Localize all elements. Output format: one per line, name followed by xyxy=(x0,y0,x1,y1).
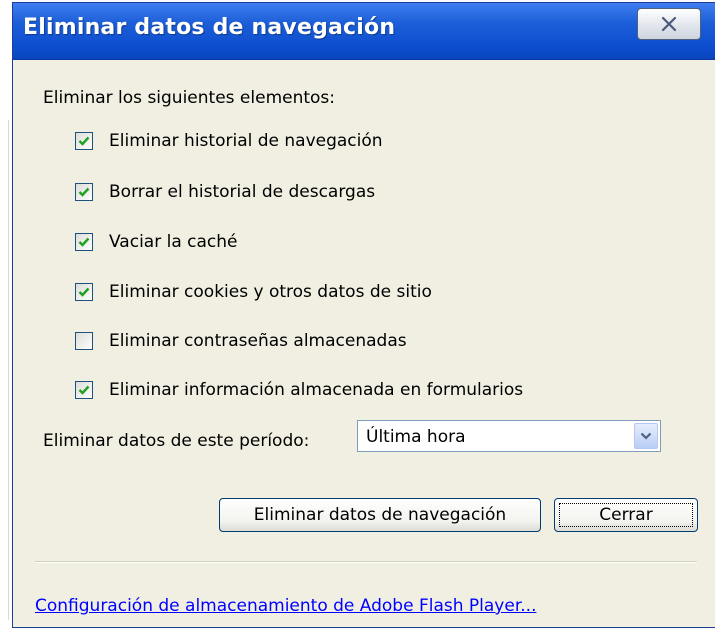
period-select[interactable]: Última hora xyxy=(357,420,661,452)
option-cookies[interactable]: Eliminar cookies y otros datos de sitio xyxy=(75,277,432,307)
checkmark-icon xyxy=(78,136,90,146)
title-bar[interactable]: Eliminar datos de navegación xyxy=(13,3,715,60)
dialog-content: Eliminar los siguientes elementos: Elimi… xyxy=(13,60,715,627)
checkmark-icon xyxy=(78,287,90,297)
checkmark-icon xyxy=(78,237,90,247)
checkmark-icon xyxy=(78,187,90,197)
close-window-button[interactable] xyxy=(637,8,701,40)
checkbox[interactable] xyxy=(75,332,93,350)
dropdown-button[interactable] xyxy=(634,423,658,449)
close-x-icon xyxy=(661,16,677,32)
dialog-title: Eliminar datos de navegación xyxy=(23,15,396,40)
option-label: Eliminar contraseñas almacenadas xyxy=(109,331,407,351)
option-label: Vaciar la caché xyxy=(109,232,238,252)
flash-storage-settings-link[interactable]: Configuración de almacenamiento de Adobe… xyxy=(35,596,536,616)
chevron-down-icon xyxy=(640,432,652,440)
option-empty-cache[interactable]: Vaciar la caché xyxy=(75,227,238,257)
option-label: Borrar el historial de descargas xyxy=(109,182,376,202)
close-button[interactable]: Cerrar xyxy=(554,498,698,532)
checkbox[interactable] xyxy=(75,233,93,251)
checkbox[interactable] xyxy=(75,283,93,301)
option-label: Eliminar cookies y otros datos de sitio xyxy=(109,282,432,302)
checkbox[interactable] xyxy=(75,183,93,201)
close-button-label: Cerrar xyxy=(559,503,693,527)
clear-browsing-data-dialog: Eliminar datos de navegación Eliminar lo… xyxy=(12,2,715,628)
option-browsing-history[interactable]: Eliminar historial de navegación xyxy=(75,126,383,156)
items-section-label: Eliminar los siguientes elementos: xyxy=(43,88,336,108)
option-saved-passwords[interactable]: Eliminar contraseñas almacenadas xyxy=(75,326,407,356)
clear-browsing-data-button[interactable]: Eliminar datos de navegación xyxy=(219,498,541,532)
option-label: Eliminar información almacenada en formu… xyxy=(109,380,524,400)
checkbox[interactable] xyxy=(75,132,93,150)
background-window-edge xyxy=(8,120,9,620)
period-selected-value: Última hora xyxy=(366,427,466,447)
separator xyxy=(35,561,697,563)
checkmark-icon xyxy=(78,385,90,395)
option-label: Eliminar historial de navegación xyxy=(109,131,383,151)
period-label: Eliminar datos de este período: xyxy=(43,431,310,451)
option-download-history[interactable]: Borrar el historial de descargas xyxy=(75,177,375,207)
checkbox[interactable] xyxy=(75,381,93,399)
option-form-data[interactable]: Eliminar información almacenada en formu… xyxy=(75,375,523,405)
